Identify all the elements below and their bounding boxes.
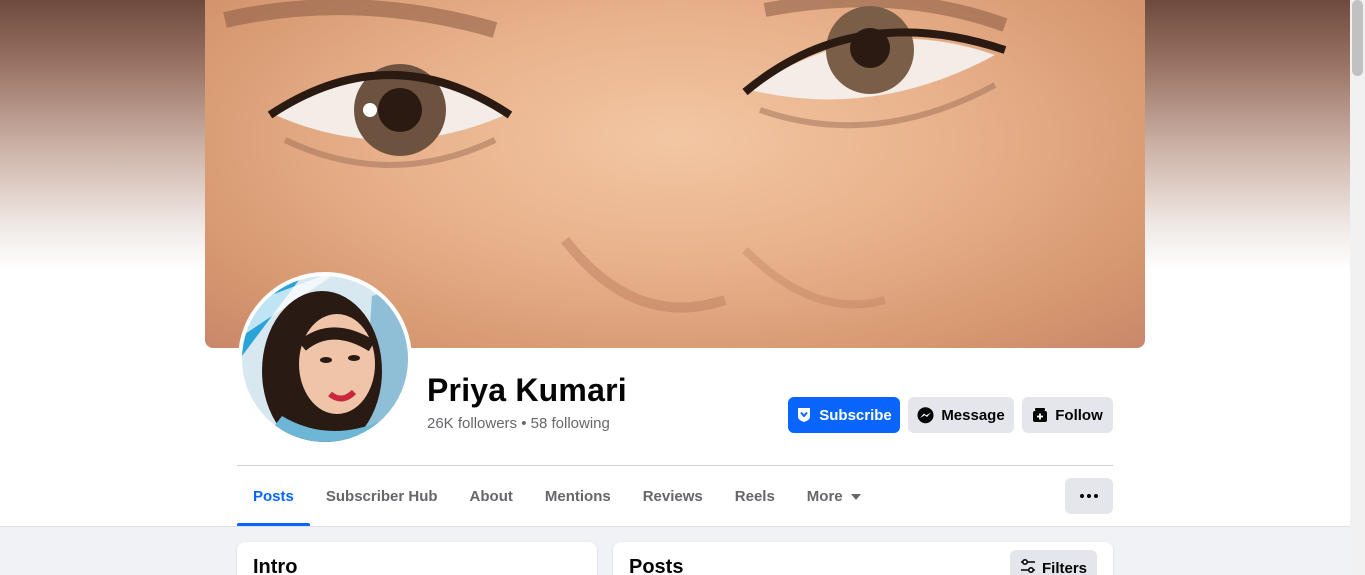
tab-more[interactable]: More — [791, 466, 877, 526]
subscribe-label: Subscribe — [819, 406, 892, 424]
ellipsis-icon-dot — [1080, 494, 1084, 498]
tab-mentions[interactable]: Mentions — [529, 466, 627, 526]
tab-reels[interactable]: Reels — [719, 466, 791, 526]
page-scrollbar[interactable] — [1350, 0, 1365, 575]
tab-reviews[interactable]: Reviews — [627, 466, 719, 526]
messenger-icon — [917, 406, 934, 424]
follow-icon — [1032, 407, 1048, 423]
subscribe-button[interactable]: Subscribe — [788, 397, 900, 433]
tab-about[interactable]: About — [454, 466, 529, 526]
subscribe-badge-icon — [796, 407, 812, 423]
tab-posts[interactable]: Posts — [237, 466, 310, 526]
tab-label: About — [469, 487, 513, 505]
more-options-button[interactable] — [1065, 478, 1113, 514]
profile-stats: 26K followers • 58 following — [427, 415, 610, 432]
profile-tabs: Posts Subscriber Hub About Mentions Revi… — [237, 466, 877, 526]
tab-label: Posts — [253, 487, 294, 505]
following-count-link[interactable]: 58 following — [531, 415, 610, 432]
tab-label: More — [806, 487, 843, 505]
tab-label: Mentions — [544, 487, 611, 505]
intro-title: Intro — [253, 556, 298, 575]
posts-card: Posts Filters — [613, 542, 1113, 575]
ellipsis-icon-dot — [1087, 494, 1091, 498]
scrollbar-thumb[interactable] — [1352, 0, 1363, 76]
message-label: Message — [941, 406, 1005, 424]
profile-avatar[interactable] — [238, 272, 412, 446]
tab-label: Reels — [734, 487, 775, 505]
stats-separator: • — [517, 415, 531, 432]
caret-down-icon — [850, 493, 861, 500]
message-button[interactable]: Message — [908, 397, 1014, 433]
follow-label: Follow — [1055, 406, 1103, 424]
posts-title: Posts — [629, 556, 684, 575]
tab-subscriber-hub[interactable]: Subscriber Hub — [310, 466, 454, 526]
followers-count-link[interactable]: 26K followers — [427, 415, 517, 432]
filters-label: Filters — [1041, 559, 1087, 575]
filter-sliders-icon — [1020, 558, 1036, 575]
tab-label: Reviews — [642, 487, 703, 505]
profile-name: Priya Kumari — [427, 372, 627, 408]
follow-button[interactable]: Follow — [1022, 397, 1113, 433]
intro-card: Intro — [237, 542, 597, 575]
avatar-image — [242, 276, 408, 442]
filters-button[interactable]: Filters — [1010, 550, 1097, 575]
tab-label: Subscriber Hub — [325, 487, 438, 505]
ellipsis-icon-dot — [1094, 494, 1098, 498]
